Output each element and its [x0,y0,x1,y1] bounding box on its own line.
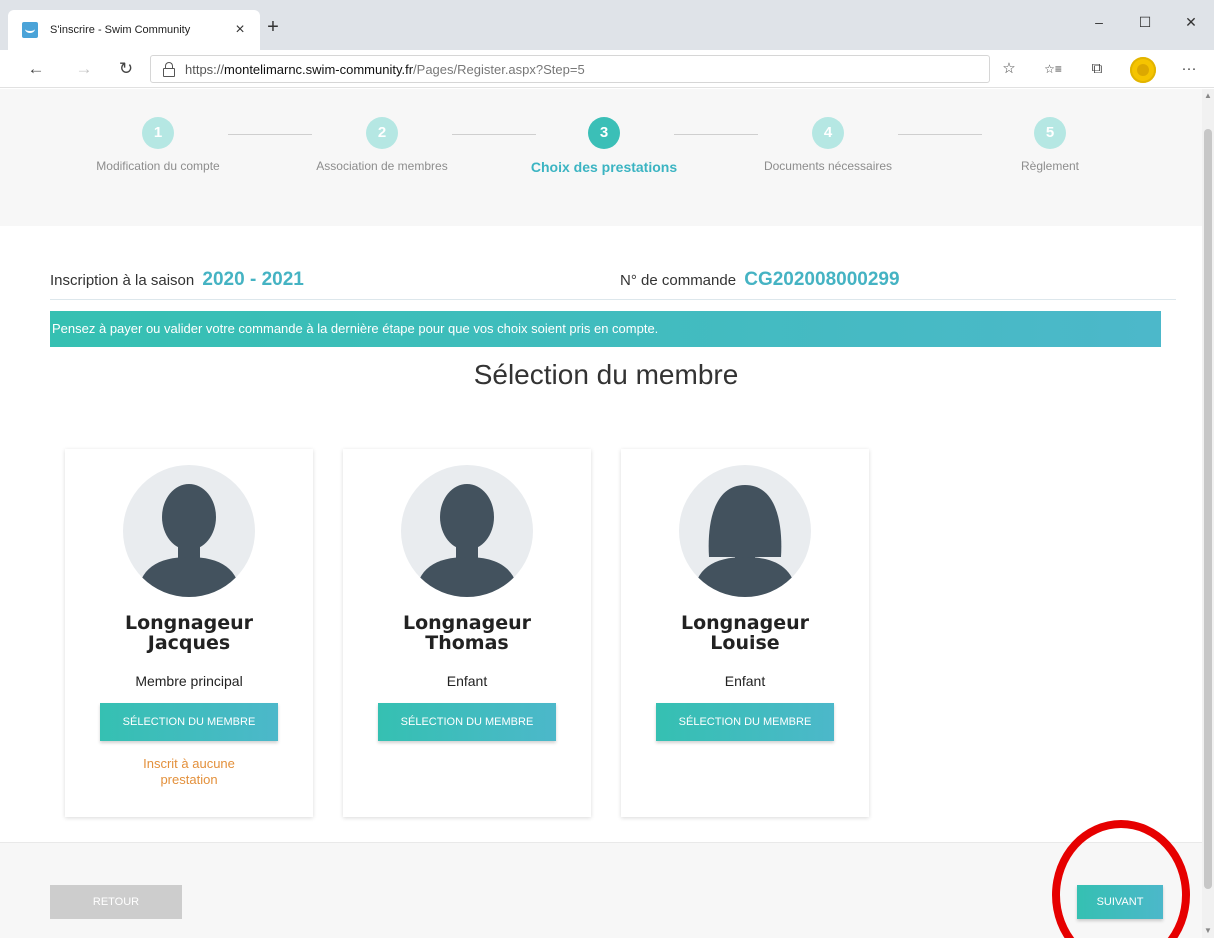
male-avatar-icon [123,465,255,597]
section-title: Sélection du membre [473,359,739,390]
member-card-jacques: Longnageur Jacques Membre principal SÉLE… [65,449,313,817]
member-last-name: Longnageur [124,612,254,634]
member-name: Longnageur Louise [621,613,869,653]
scrollbar-thumb[interactable] [1204,129,1212,889]
form-footer: RETOUR SUIVANT [0,842,1202,938]
season-value: 2020 - 2021 [202,269,304,290]
member-last-name: Longnageur [402,612,532,634]
member-first-name: Louise [710,632,780,654]
url-host: montelimarnc.swim-community.fr [224,61,414,77]
select-member-button[interactable]: SÉLECTION DU MEMBRE [656,703,834,741]
refresh-icon[interactable]: ↻ [112,56,140,82]
browser-tab-bar: S'inscrire - Swim Community × + – ☐ ✕ [0,0,1214,50]
new-tab-icon[interactable]: + [262,16,284,40]
more-menu-icon[interactable]: ··· [1176,56,1202,82]
order-info: N° de commande CG202008000299 [620,269,900,291]
member-role: Membre principal [135,673,243,689]
step-number: 2 [366,117,398,149]
member-last-name: Longnageur [680,612,810,634]
member-card-thomas: Longnageur Thomas Enfant SÉLECTION DU ME… [343,449,591,817]
back-arrow-icon[interactable]: ← [22,56,50,82]
url-scheme: https:// [185,61,225,77]
step-number: 3 [588,117,620,149]
scroll-down-icon[interactable]: ▼ [1202,924,1214,938]
site-favicon-icon [22,22,38,38]
collections-icon[interactable]: ⧉ [1084,56,1110,82]
female-avatar-icon [679,465,811,597]
step-number: 5 [1034,117,1066,149]
step-2: 2 Association de membres [282,117,482,173]
step-label: Choix des prestations [530,159,678,175]
order-number: CG202008000299 [744,269,900,290]
member-card-louise: Longnageur Louise Enfant SÉLECTION DU ME… [621,449,869,817]
forward-arrow-icon[interactable]: → [70,56,98,82]
browser-toolbar: ← → ↻ https://montelimarnc.swim-communit… [0,50,1214,88]
member-role: Enfant [446,673,488,689]
member-first-name: Thomas [425,632,509,654]
member-name: Longnageur Jacques [65,613,313,653]
payment-reminder-banner: Pensez à payer ou valider votre commande… [50,311,1161,347]
page-scrollbar[interactable]: ▲ ▼ [1202,89,1214,938]
season-info: Inscription à la saison 2020 - 2021 [50,269,304,291]
step-4: 4 Documents nécessaires [728,117,928,173]
member-name: Longnageur Thomas [343,613,591,653]
step-number: 1 [142,117,174,149]
step-3: 3 Choix des prestations [504,117,704,175]
next-button[interactable]: SUIVANT [1077,885,1163,919]
step-1: 1 Modification du compte [58,117,258,173]
male-avatar-icon [401,465,533,597]
browser-tab[interactable]: S'inscrire - Swim Community × [8,10,260,50]
close-tab-icon[interactable]: × [230,21,250,39]
tab-title: S'inscrire - Swim Community [50,24,191,36]
minimize-icon[interactable]: – [1076,8,1122,36]
enrollment-status: Inscrit à aucune prestation [143,756,235,787]
season-label: Inscription à la saison [50,272,195,289]
favorites-list-icon[interactable]: ☆≡ [1040,56,1066,82]
url-path: /Pages/Register.aspx?Step=5 [413,61,585,77]
order-label: N° de commande [620,272,737,289]
member-first-name: Jacques [147,632,231,654]
close-window-icon[interactable]: ✕ [1168,8,1214,36]
scroll-up-icon[interactable]: ▲ [1202,89,1214,103]
step-label: Documents nécessaires [763,159,893,173]
profile-avatar-icon[interactable] [1130,57,1156,83]
page-viewport: 1 Modification du compte 2 Association d… [0,89,1202,938]
address-bar[interactable]: https://montelimarnc.swim-community.fr/P… [150,55,990,83]
favorite-star-icon[interactable]: ☆ [996,56,1022,82]
step-5: 5 Règlement [950,117,1150,173]
select-member-button[interactable]: SÉLECTION DU MEMBRE [378,703,556,741]
lock-icon [163,62,175,77]
step-label: Modification du compte [96,159,220,173]
select-member-button[interactable]: SÉLECTION DU MEMBRE [100,703,278,741]
step-label: Règlement [1020,159,1080,173]
back-button[interactable]: RETOUR [50,885,182,919]
member-role: Enfant [724,673,766,689]
step-label: Association de membres [316,159,448,173]
registration-stepper: 1 Modification du compte 2 Association d… [0,89,1202,226]
maximize-icon[interactable]: ☐ [1122,8,1168,36]
step-number: 4 [812,117,844,149]
divider [50,299,1176,300]
